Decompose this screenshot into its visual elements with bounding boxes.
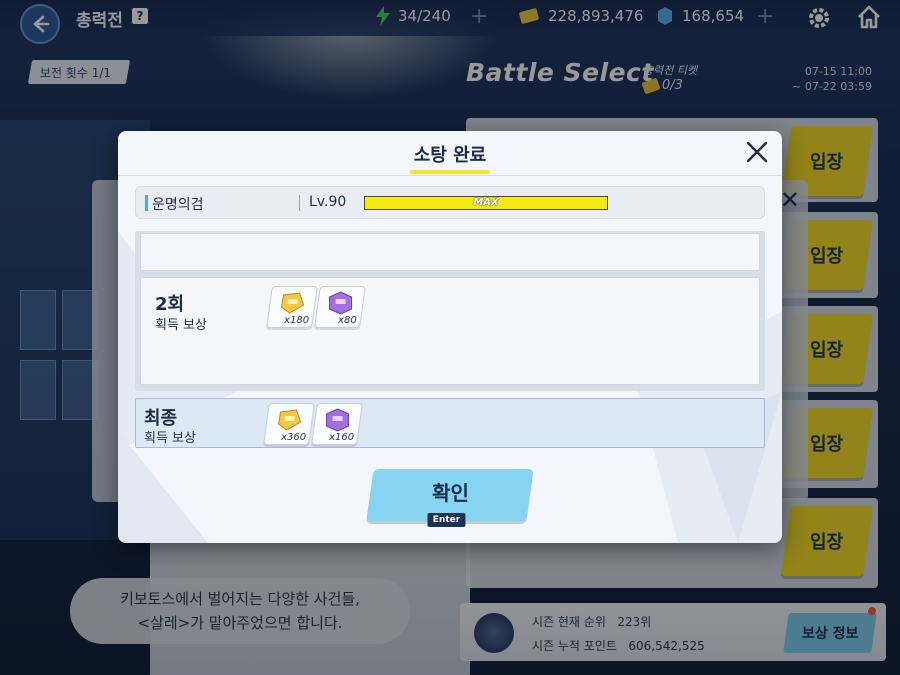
gold-report-icon xyxy=(278,409,302,431)
purple-report-icon xyxy=(326,408,350,432)
reward-item[interactable]: x160 xyxy=(311,403,363,445)
sweep-complete-dialog: 소탕 완료 운명의검 Lv.90 MAX 2회 획득 보상 x180 x80 최… xyxy=(118,131,782,543)
confirm-button[interactable]: 확인 Enter xyxy=(366,469,534,527)
exp-bar-label: MAX xyxy=(473,197,499,208)
reward-item[interactable]: x180 xyxy=(266,286,318,328)
reward-quantity: x180 xyxy=(284,315,310,326)
reward-quantity: x80 xyxy=(338,315,358,326)
character-level: Lv.90 xyxy=(309,194,347,210)
run-result-card-partial xyxy=(140,233,760,271)
header-divider xyxy=(118,175,782,176)
run-number: 2회 xyxy=(155,294,185,315)
reward-item[interactable]: x80 xyxy=(314,286,366,328)
final-reward-label: 획득 보상 xyxy=(144,431,196,446)
reward-quantity: x160 xyxy=(329,432,355,443)
reward-quantity: x360 xyxy=(281,432,307,443)
run-result-card: 2회 획득 보상 x180 x80 xyxy=(140,277,760,385)
character-exp-row: 운명의검 Lv.90 MAX xyxy=(135,186,765,219)
run-reward-label: 획득 보상 xyxy=(155,318,207,333)
exp-bar: MAX xyxy=(364,196,608,210)
gold-report-icon xyxy=(281,292,305,314)
title-underline xyxy=(410,170,490,174)
character-name: 운명의검 xyxy=(152,197,204,213)
dialog-title: 소탕 완료 xyxy=(413,145,487,166)
divider xyxy=(299,195,300,211)
enter-hotkey-badge: Enter xyxy=(427,513,466,527)
final-reward-card: 최종 획득 보상 x360 x160 xyxy=(135,398,765,448)
purple-report-icon xyxy=(329,291,353,315)
close-icon[interactable] xyxy=(744,139,770,165)
reward-item[interactable]: x360 xyxy=(263,403,315,445)
row-accent xyxy=(145,195,148,211)
confirm-label: 확인 xyxy=(432,481,469,505)
